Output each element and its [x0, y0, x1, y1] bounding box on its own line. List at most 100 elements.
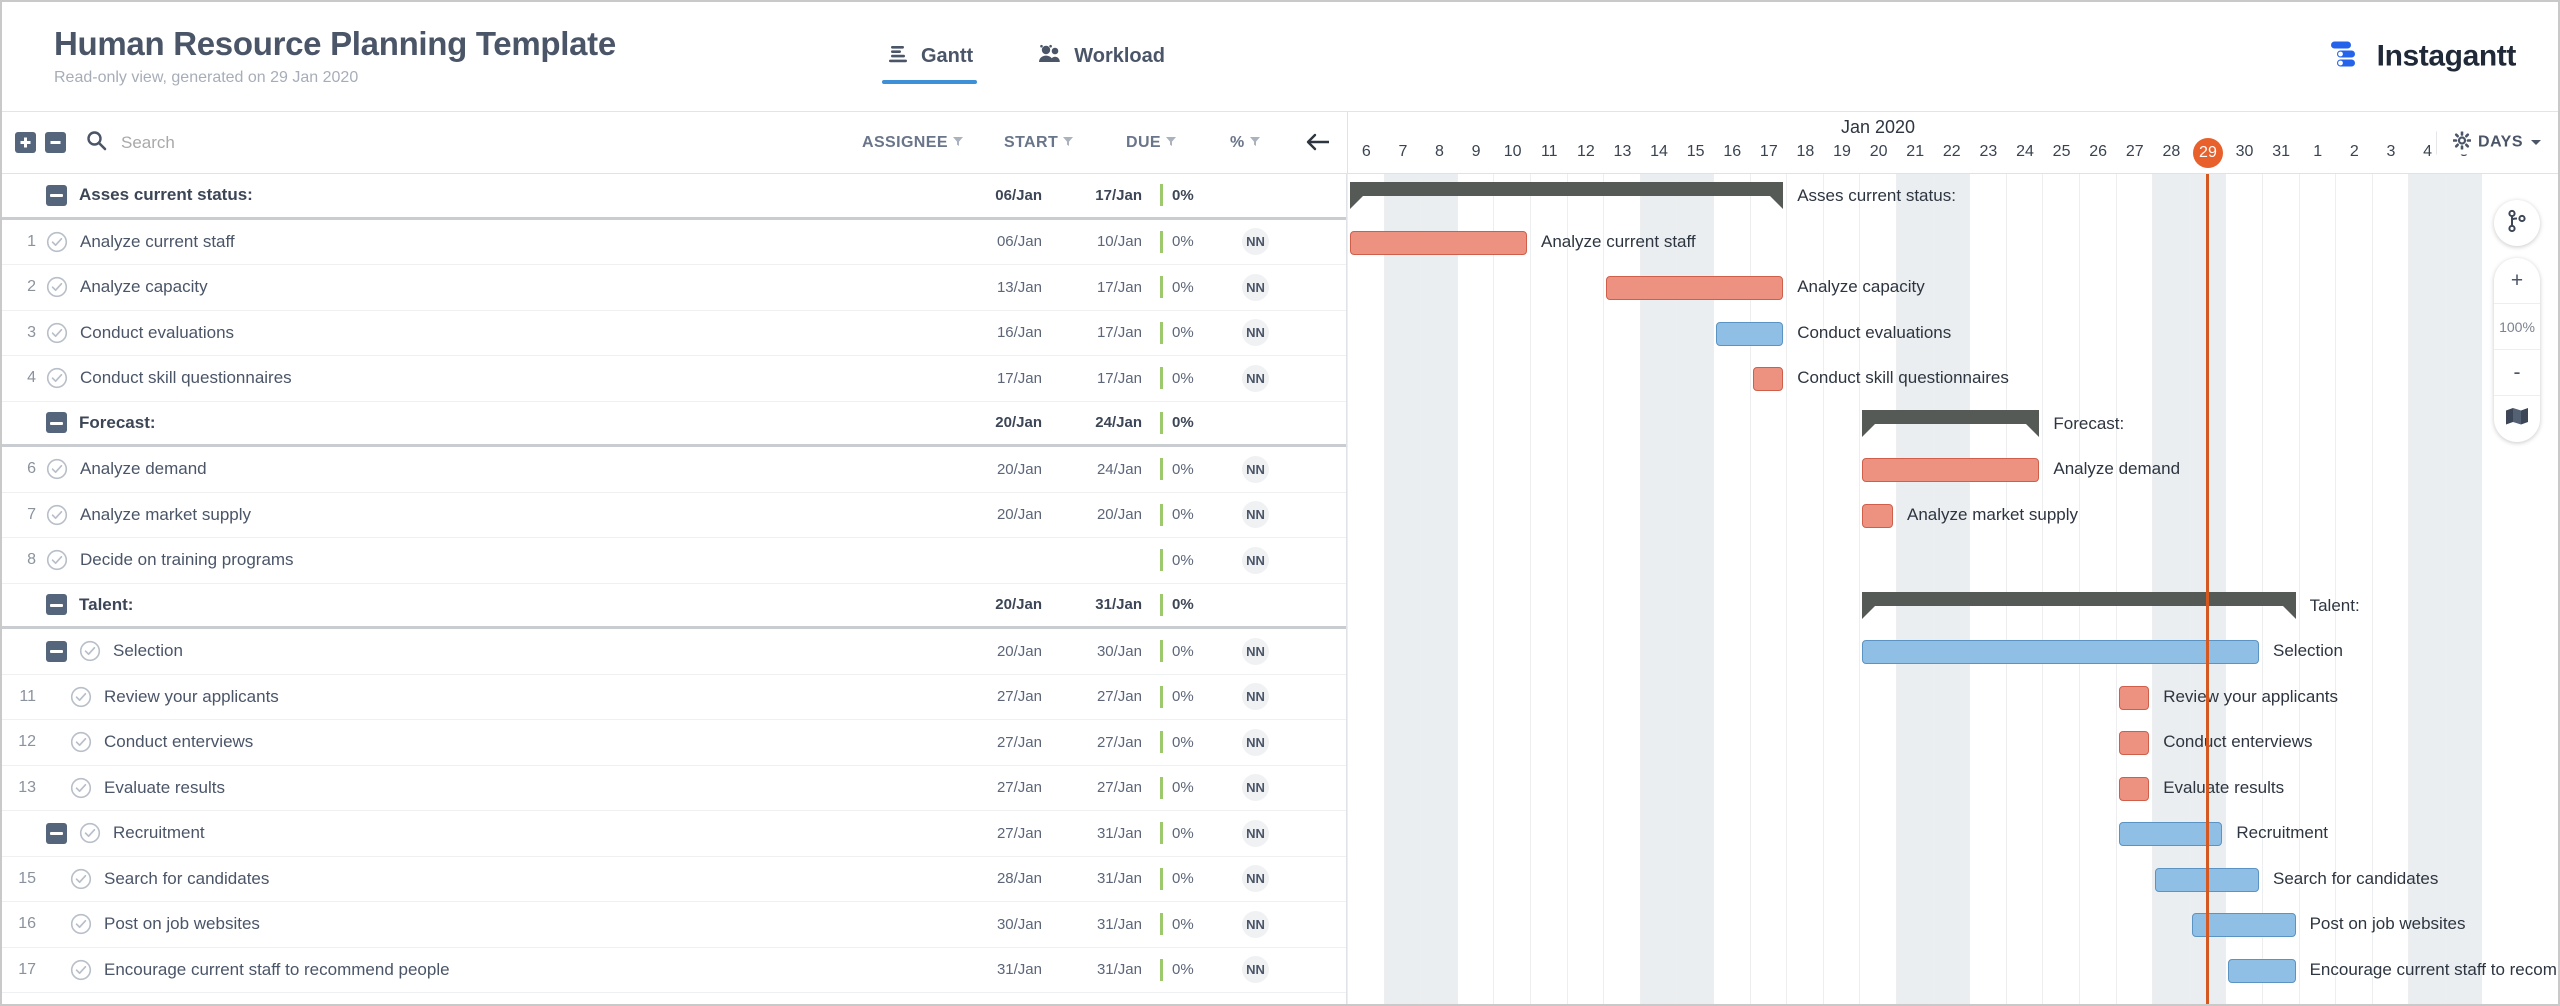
task-bar[interactable]: [1862, 458, 2040, 482]
task-complete-checkbox[interactable]: [46, 276, 68, 298]
task-complete-checkbox[interactable]: [46, 367, 68, 389]
task-complete-checkbox[interactable]: [70, 731, 92, 753]
row-collapse-toggle[interactable]: [46, 184, 67, 206]
avatar[interactable]: NN: [1242, 273, 1269, 301]
task-due-date: 31/Jan: [1095, 596, 1142, 614]
table-row[interactable]: 15 Search for candidates 28/Jan 31/Jan 0% NN: [2, 857, 1346, 902]
task-complete-checkbox[interactable]: [79, 822, 101, 844]
column-header-due[interactable]: DUE: [1126, 134, 1206, 152]
avatar[interactable]: NN: [1242, 637, 1269, 665]
filter-icon[interactable]: [952, 134, 964, 152]
filter-icon[interactable]: [1062, 134, 1074, 152]
column-header-percent[interactable]: %: [1230, 134, 1278, 152]
task-complete-checkbox[interactable]: [70, 868, 92, 890]
avatar[interactable]: NN: [1242, 319, 1269, 347]
task-complete-checkbox[interactable]: [79, 640, 101, 662]
row-collapse-toggle[interactable]: [46, 640, 67, 662]
column-header-assignee[interactable]: ASSIGNEE: [862, 134, 982, 152]
task-bar[interactable]: [1862, 503, 1893, 528]
dependency-toggle-button[interactable]: [2494, 200, 2540, 246]
table-row-group[interactable]: Recruitment 27/Jan 31/Jan 0% NN: [2, 811, 1346, 857]
plus-square-icon[interactable]: [15, 132, 36, 153]
filter-icon[interactable]: [1249, 134, 1261, 152]
zoom-in-button[interactable]: +: [2494, 258, 2540, 304]
avatar[interactable]: NN: [1242, 910, 1269, 938]
table-row[interactable]: 17 Encourage current staff to recommend p…: [2, 948, 1346, 993]
table-row[interactable]: 11 Review your applicants 27/Jan 27/Jan 0% NN: [2, 675, 1346, 720]
task-complete-checkbox[interactable]: [46, 549, 68, 571]
table-row[interactable]: 12 Conduct enterviews 27/Jan 27/Jan 0% NN: [2, 720, 1346, 766]
brand-logo[interactable]: Instagantt: [2327, 37, 2516, 76]
table-row[interactable]: 4 Conduct skill questionnaires 17/Jan 17/Ja…: [2, 356, 1346, 402]
task-progress: 0%: [1160, 867, 1194, 890]
map-icon: [2505, 406, 2529, 432]
timescale-selector[interactable]: DAYS: [2436, 130, 2542, 154]
task-bar[interactable]: [1716, 321, 1784, 346]
tab-workload[interactable]: Workload: [1033, 2, 1169, 112]
avatar[interactable]: NN: [1242, 501, 1269, 529]
table-row-group[interactable]: Forecast: 20/Jan 24/Jan 0%: [2, 402, 1346, 447]
progress-percent: 0%: [1172, 278, 1194, 296]
avatar[interactable]: NN: [1242, 819, 1269, 847]
filter-icon[interactable]: [1165, 134, 1177, 152]
chart-float-controls: + 100% -: [2494, 200, 2540, 442]
search-icon[interactable]: [86, 130, 107, 156]
task-complete-checkbox[interactable]: [46, 458, 68, 480]
table-row[interactable]: 7 Analyze market supply 20/Jan 20/Jan 0% NN: [2, 493, 1346, 538]
table-row[interactable]: 6 Analyze demand 20/Jan 24/Jan 0% NN: [2, 447, 1346, 493]
map-overview-button[interactable]: [2494, 396, 2540, 442]
task-complete-checkbox[interactable]: [70, 959, 92, 981]
table-row[interactable]: 3 Conduct evaluations 16/Jan 17/Jan 0% NN: [2, 311, 1346, 356]
row-collapse-toggle[interactable]: [46, 594, 67, 616]
table-row[interactable]: 2 Analyze capacity 13/Jan 17/Jan 0% NN: [2, 265, 1346, 311]
task-complete-checkbox[interactable]: [70, 777, 92, 799]
avatar[interactable]: NN: [1242, 683, 1269, 711]
task-bar[interactable]: [2228, 958, 2296, 983]
timeline-day-15: 15: [1686, 143, 1705, 160]
task-complete-checkbox[interactable]: [46, 504, 68, 526]
summary-bar[interactable]: [1862, 409, 2040, 437]
table-row-group[interactable]: Talent: 20/Jan 31/Jan 0%: [2, 584, 1346, 629]
table-row[interactable]: 8 Decide on training programs 0% NN: [2, 538, 1346, 584]
row-collapse-toggle[interactable]: [46, 822, 67, 844]
avatar[interactable]: NN: [1242, 364, 1269, 392]
progress-percent: 0%: [1172, 779, 1194, 797]
arrow-left-icon[interactable]: [1304, 130, 1332, 156]
column-header-start[interactable]: START: [1004, 134, 1104, 152]
task-complete-checkbox[interactable]: [70, 913, 92, 935]
avatar[interactable]: NN: [1242, 956, 1269, 984]
table-row[interactable]: 1 Analyze current staff 06/Jan 10/Jan 0% NN: [2, 220, 1346, 265]
task-bar[interactable]: [1862, 640, 2259, 664]
task-complete-checkbox[interactable]: [70, 686, 92, 708]
avatar[interactable]: NN: [1242, 774, 1269, 802]
avatar[interactable]: NN: [1242, 728, 1269, 756]
chart-row: [1347, 538, 2558, 584]
avatar[interactable]: NN: [1242, 455, 1269, 483]
row-collapse-toggle[interactable]: [46, 412, 67, 434]
task-bar[interactable]: [2118, 731, 2150, 755]
table-row-group[interactable]: Selection 20/Jan 30/Jan 0% NN: [2, 629, 1346, 675]
avatar[interactable]: NN: [1242, 546, 1269, 574]
task-complete-checkbox[interactable]: [46, 231, 68, 253]
zoom-out-button[interactable]: -: [2494, 350, 2540, 396]
summary-bar[interactable]: [1350, 182, 1784, 209]
search-input[interactable]: [121, 132, 451, 153]
avatar[interactable]: NN: [1242, 228, 1269, 256]
task-bar[interactable]: [1350, 230, 1527, 255]
task-bar[interactable]: [1606, 276, 1784, 300]
task-bar[interactable]: [1752, 367, 1784, 391]
tab-gantt[interactable]: Gantt: [882, 2, 978, 112]
progress-indicator: [1160, 184, 1163, 207]
zoom-controls: + 100% -: [2494, 258, 2540, 442]
table-row[interactable]: 16 Post on job websites 30/Jan 31/Jan 0% NN: [2, 902, 1346, 948]
task-bar[interactable]: [2118, 685, 2150, 710]
avatar[interactable]: NN: [1242, 865, 1269, 893]
task-complete-checkbox[interactable]: [46, 322, 68, 344]
task-bar[interactable]: [2118, 776, 2150, 801]
table-row[interactable]: 13 Evaluate results 27/Jan 27/Jan 0% NN: [2, 766, 1346, 811]
minus-square-icon[interactable]: [45, 132, 66, 153]
task-name: Post on job websites: [104, 914, 260, 934]
summary-bar[interactable]: [1862, 591, 2296, 619]
table-row-group[interactable]: Asses current status: 06/Jan 17/Jan 0%: [2, 174, 1346, 220]
task-due-date: 20/Jan: [1096, 506, 1142, 524]
